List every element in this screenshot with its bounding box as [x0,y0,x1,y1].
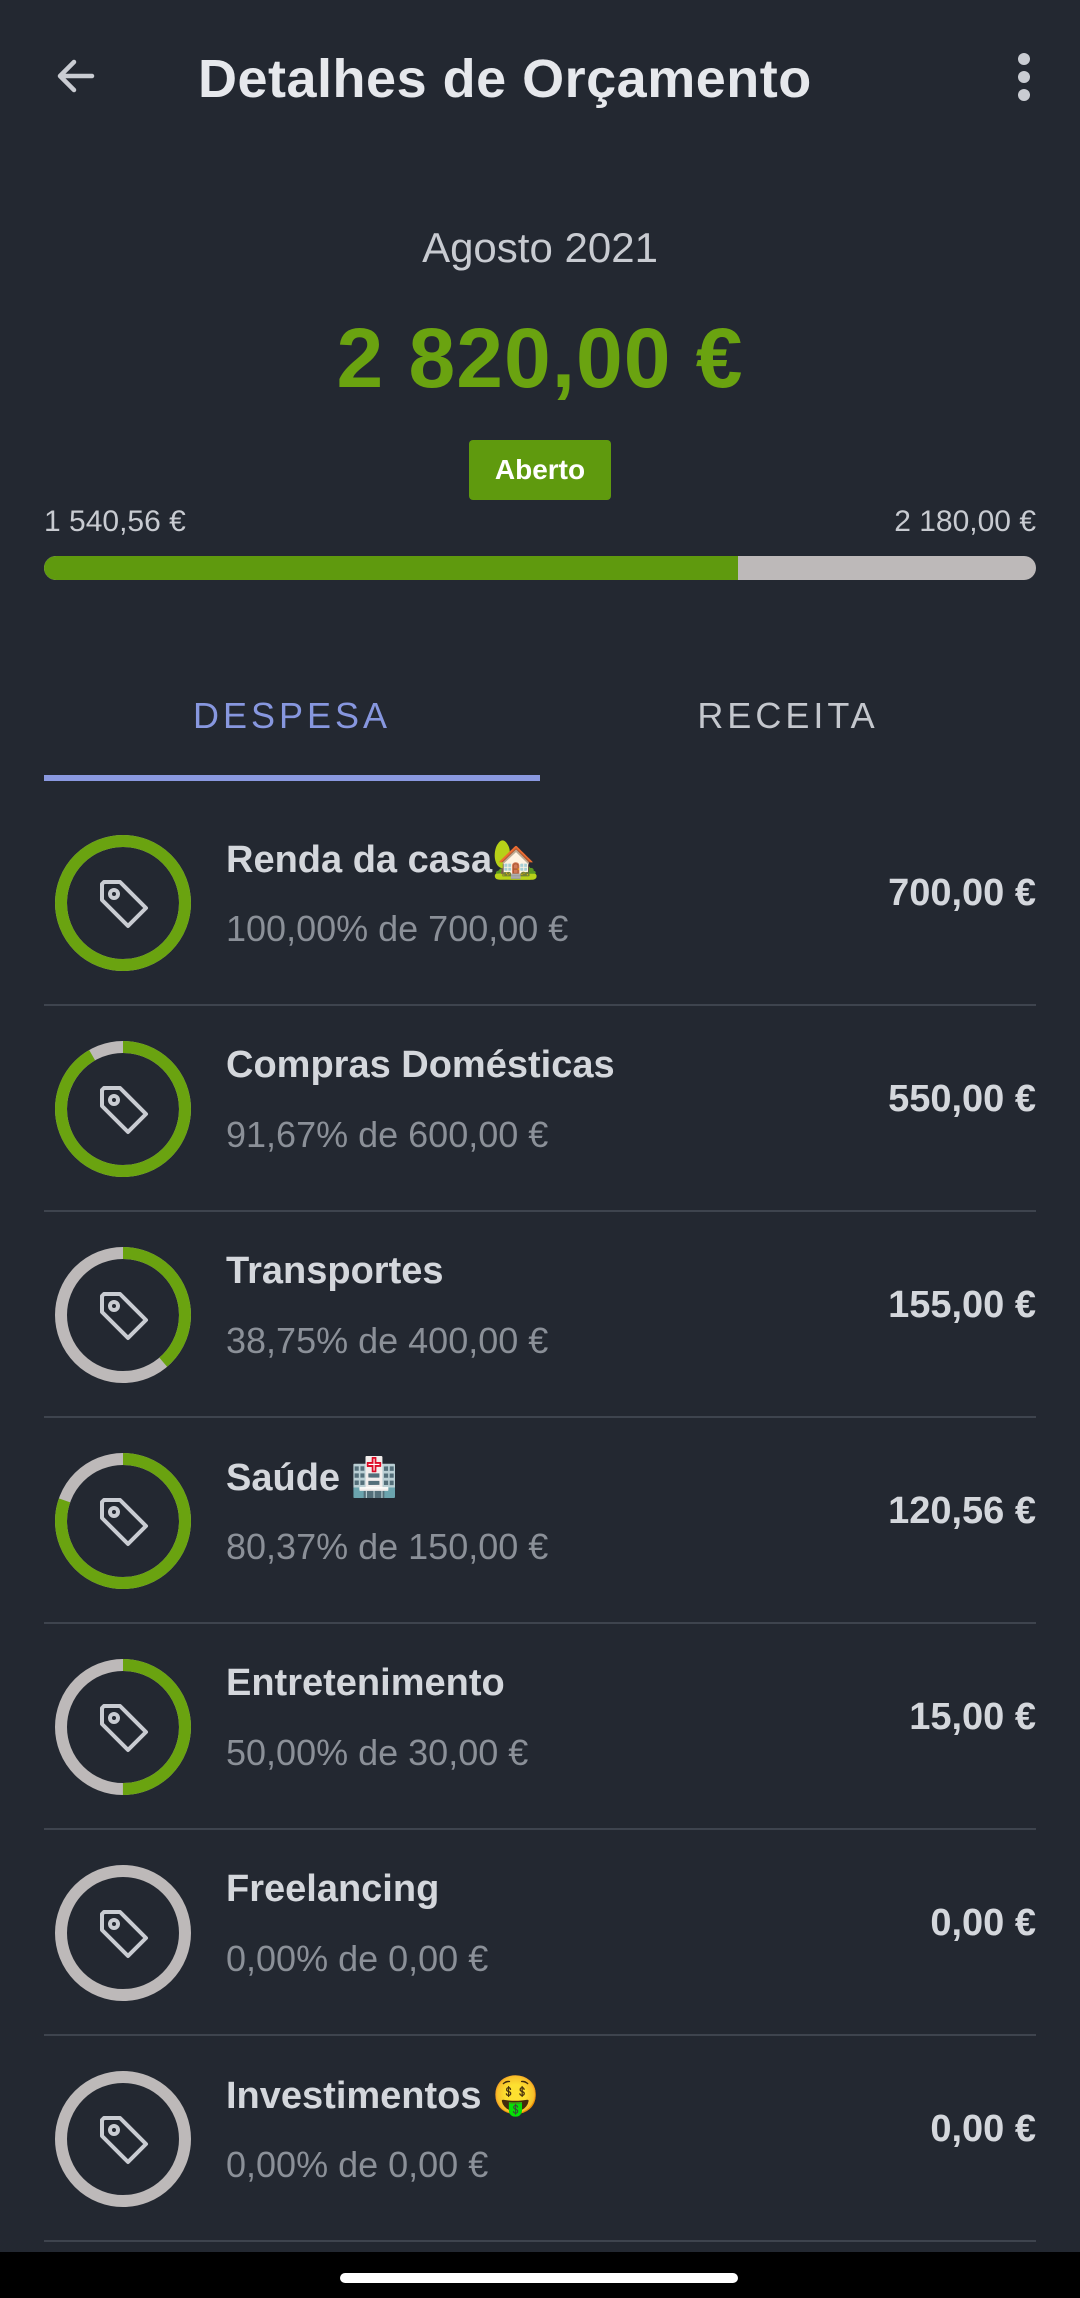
category-detail: 80,37% de 150,00 € [226,1526,549,1567]
category-detail: 50,00% de 30,00 € [226,1732,529,1773]
category-detail: 100,00% de 700,00 € [226,908,569,949]
status-badge: Aberto [469,440,611,500]
progress-max-label: 2 180,00 € [894,505,1036,538]
back-button[interactable] [44,40,108,112]
category-name: Saúde 🏥 [226,1457,398,1499]
category-progress-ring [55,1865,191,2001]
row-divider [44,2240,1036,2242]
tab-bar: DESPESA RECEITA [44,650,1036,782]
category-amount: 120,56 € [888,1490,1036,1532]
app-bar: Detalhes de Orçamento [0,0,1080,160]
category-progress-ring [55,1041,191,1177]
tag-icon [100,880,148,928]
category-detail: 0,00% de 0,00 € [226,2144,489,2185]
tag-icon [100,1910,148,1958]
category-amount: 0,00 € [930,1902,1036,1944]
tab-indicator [44,775,540,781]
budget-month: Agosto 2021 [422,224,658,271]
tag-icon [100,1704,148,1752]
category-amount: 15,00 € [909,1696,1036,1738]
category-row[interactable]: Investimentos 🤑 0,00% de 0,00 € 0,00 € [0,2036,1080,2242]
category-row[interactable]: Entretenimento 50,00% de 30,00 € 15,00 € [0,1624,1080,1830]
category-list: Renda da casa🏡 100,00% de 700,00 € 700,0… [0,800,1080,2242]
arrow-left-icon [57,59,95,93]
category-row[interactable]: Saúde 🏥 80,37% de 150,00 € 120,56 € [0,1418,1080,1624]
progress-min-label: 1 540,56 € [44,505,186,538]
tab-receita[interactable]: RECEITA [540,650,1036,782]
category-row[interactable]: Compras Domésticas 91,67% de 600,00 € 55… [0,1006,1080,1212]
category-progress-ring [55,1453,191,1589]
category-name: Compras Domésticas [226,1044,615,1086]
category-detail: 91,67% de 600,00 € [226,1114,549,1155]
category-name: Freelancing [226,1868,440,1910]
category-progress-ring [55,1659,191,1795]
tag-icon [100,1498,148,1546]
category-name: Transportes [226,1250,444,1292]
category-progress-ring [55,1247,191,1383]
category-name: Renda da casa🏡 [226,839,540,881]
budget-progress-fill [44,556,739,580]
category-amount: 155,00 € [888,1284,1036,1326]
category-detail: 38,75% de 400,00 € [226,1320,549,1361]
category-detail: 0,00% de 0,00 € [226,1938,489,1979]
category-row[interactable]: Transportes 38,75% de 400,00 € 155,00 € [0,1212,1080,1418]
category-name: Investimentos 🤑 [226,2075,540,2117]
more-vertical-icon [1018,53,1030,101]
category-progress-ring [55,835,191,971]
tab-despesa[interactable]: DESPESA [44,650,540,782]
category-progress-ring [55,2071,191,2207]
tag-icon [100,2116,148,2164]
category-amount: 0,00 € [930,2108,1036,2150]
home-indicator[interactable] [340,2273,738,2283]
category-row[interactable]: Renda da casa🏡 100,00% de 700,00 € 700,0… [0,800,1080,1006]
category-amount: 550,00 € [888,1078,1036,1120]
category-name: Entretenimento [226,1662,505,1704]
category-amount: 700,00 € [888,872,1036,914]
budget-progress-bar [44,556,1036,580]
more-options-button[interactable] [996,44,1052,110]
page-title: Detalhes de Orçamento [198,49,812,109]
tag-icon [100,1086,148,1134]
tag-icon [100,1292,148,1340]
budget-total: 2 820,00 € [336,311,744,405]
category-row[interactable]: Freelancing 0,00% de 0,00 € 0,00 € [0,1830,1080,2036]
